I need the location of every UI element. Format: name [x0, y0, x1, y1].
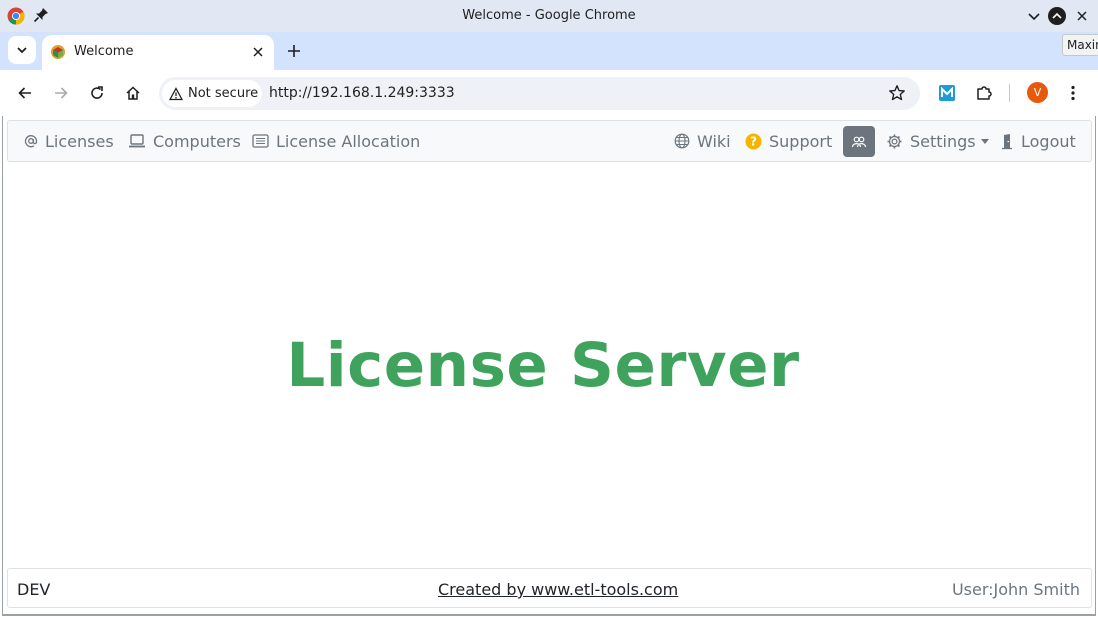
- svg-text:?: ?: [750, 134, 757, 148]
- new-tab-plus-icon[interactable]: [284, 41, 304, 61]
- window-close-icon[interactable]: [1073, 7, 1091, 25]
- question-circle-icon: ?: [745, 133, 762, 150]
- at-sign-icon: [24, 134, 38, 148]
- nav-licenses-label: Licenses: [45, 131, 114, 151]
- nav-computers-label: Computers: [153, 131, 241, 151]
- tab-welcome[interactable]: Welcome: [42, 35, 274, 70]
- site-favicon-icon: [50, 44, 66, 60]
- close-tab-icon[interactable]: [250, 44, 266, 60]
- nav-wiki-label: Wiki: [697, 131, 731, 151]
- window-titlebar: Welcome - Google Chrome: [0, 0, 1098, 32]
- nav-logout-label: Logout: [1021, 131, 1076, 151]
- nav-settings-dropdown[interactable]: Settings: [886, 121, 989, 161]
- users-button[interactable]: [843, 126, 875, 157]
- toolbar-divider: [1009, 84, 1010, 102]
- window-title: Welcome - Google Chrome: [462, 8, 636, 23]
- maximize-tooltip: Maxim: [1062, 34, 1098, 56]
- tab-strip: Welcome: [0, 32, 1098, 70]
- current-user-label: User:John Smith: [951, 580, 1080, 599]
- users-group-icon: [851, 136, 867, 147]
- bookmark-star-icon[interactable]: [888, 84, 908, 104]
- door-icon: [1000, 133, 1014, 150]
- extensions-puzzle-icon[interactable]: [972, 81, 996, 105]
- caret-down-icon: [980, 138, 989, 144]
- environment-label: DEV: [17, 580, 51, 599]
- nav-logout[interactable]: Logout: [1000, 121, 1076, 161]
- extension-m-icon[interactable]: [935, 81, 959, 105]
- menu-kebab-icon[interactable]: [1061, 81, 1085, 105]
- forward-arrow-icon: [49, 81, 73, 105]
- nav-settings-label: Settings: [910, 131, 976, 151]
- nav-licenses[interactable]: Licenses: [24, 121, 114, 161]
- warning-icon: [169, 86, 183, 100]
- laptop-icon: [128, 133, 146, 149]
- nav-support-label: Support: [769, 131, 833, 151]
- nav-support[interactable]: ? Support: [745, 121, 832, 161]
- url-text[interactable]: http://192.168.1.249:3333: [269, 85, 455, 101]
- gear-icon: [886, 133, 903, 150]
- nav-license-allocation-label: License Allocation: [276, 131, 421, 151]
- browser-toolbar: Not secure http://192.168.1.249:3333: [0, 70, 1098, 116]
- tab-title: Welcome: [74, 44, 134, 59]
- app-navbar: Licenses Computers License Allocation Wi…: [7, 120, 1092, 162]
- page-footer: DEV Created by www.etl-tools.com User:Jo…: [7, 568, 1092, 608]
- page-title: License Server: [286, 330, 800, 401]
- maximize-icon[interactable]: [1048, 7, 1066, 25]
- credit-link[interactable]: Created by www.etl-tools.com: [438, 580, 678, 599]
- chevron-down-icon: [17, 47, 27, 54]
- home-icon[interactable]: [121, 81, 145, 105]
- tab-search-button[interactable]: [8, 36, 36, 64]
- minimize-chevron-icon[interactable]: [1025, 7, 1043, 25]
- security-chip[interactable]: Not secure: [162, 80, 262, 107]
- address-bar[interactable]: Not secure http://192.168.1.249:3333: [159, 77, 920, 110]
- back-arrow-icon[interactable]: [13, 81, 37, 105]
- reload-icon[interactable]: [85, 81, 109, 105]
- security-chip-label: Not secure: [188, 86, 259, 101]
- page-content: Licenses Computers License Allocation Wi…: [2, 116, 1096, 616]
- list-card-icon: [252, 134, 269, 148]
- nav-wiki[interactable]: Wiki: [674, 121, 731, 161]
- profile-avatar[interactable]: V: [1027, 82, 1048, 103]
- globe-icon: [674, 133, 690, 149]
- nav-computers[interactable]: Computers: [128, 121, 241, 161]
- nav-license-allocation[interactable]: License Allocation: [252, 121, 420, 161]
